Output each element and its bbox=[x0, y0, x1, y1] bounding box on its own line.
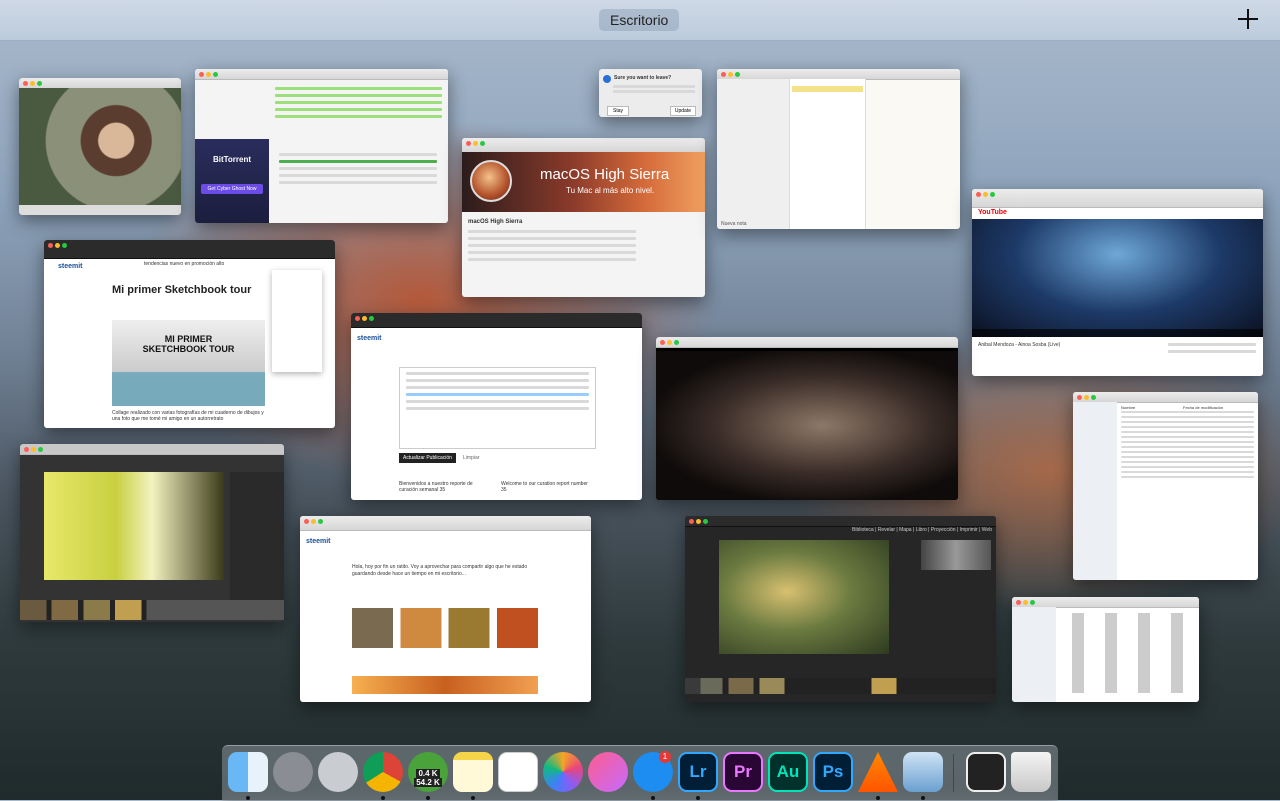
window-notes[interactable]: Nueva nota bbox=[717, 69, 960, 229]
system-preferences-icon[interactable] bbox=[273, 752, 313, 792]
audition-icon[interactable]: Au bbox=[768, 752, 808, 792]
photoshop-icon[interactable]: Ps bbox=[813, 752, 853, 792]
window-video-player[interactable] bbox=[19, 78, 181, 215]
post-gradient-image bbox=[352, 676, 538, 694]
lightroom-running-dot bbox=[696, 796, 700, 800]
preview-running-dot bbox=[921, 796, 925, 800]
steemit-logo-2[interactable]: steemit bbox=[357, 335, 382, 342]
post-body-2: Hola, hoy por fin un ratito. Voy a aprov… bbox=[352, 564, 528, 577]
finder-icon[interactable] bbox=[228, 752, 268, 792]
lr-photo bbox=[44, 472, 224, 580]
os-logo-icon bbox=[470, 160, 512, 202]
bittorrent-ad-button[interactable]: Get Cyber Ghost Now bbox=[201, 184, 263, 194]
clear-button[interactable]: Limpiar bbox=[463, 455, 479, 461]
screenshot-icon[interactable] bbox=[966, 752, 1006, 792]
post-banner: MI PRIMER SKETCHBOOK TOUR bbox=[112, 320, 265, 406]
post-body: Collage realizado con varias fotografías… bbox=[112, 410, 264, 422]
utorrent-icon[interactable]: 0.4 K 54.2 K bbox=[408, 752, 448, 792]
steemit-logo-3[interactable]: steemit bbox=[306, 538, 331, 545]
finder-icon-grid[interactable] bbox=[1062, 613, 1194, 693]
info-icon bbox=[603, 75, 611, 83]
lr-filmstrip[interactable] bbox=[20, 600, 284, 620]
youtube-video[interactable] bbox=[972, 219, 1263, 337]
window-finder-list[interactable]: Nombre Fecha de modificación bbox=[1073, 392, 1258, 580]
preview-icon[interactable] bbox=[903, 752, 943, 792]
lr-module-menu[interactable]: Biblioteca | Revelar | Mapa | Libro | Pr… bbox=[852, 526, 992, 534]
post-title: Mi primer Sketchbook tour bbox=[112, 284, 252, 296]
notes-list bbox=[790, 79, 866, 229]
photos-icon[interactable] bbox=[543, 752, 583, 792]
window-video-hands[interactable] bbox=[656, 337, 958, 500]
itunes-icon[interactable] bbox=[588, 752, 628, 792]
notes-footer[interactable]: Nueva nota bbox=[721, 221, 747, 227]
finder-sidebar-2[interactable] bbox=[1012, 607, 1056, 702]
window-leave-dialog[interactable]: Sure you want to leave? Stay Update bbox=[599, 69, 702, 117]
dialog-title: Sure you want to leave? bbox=[614, 75, 672, 81]
lr-photo-2 bbox=[719, 540, 889, 654]
publish-button[interactable]: Actualizar Publicación bbox=[399, 453, 456, 463]
os-name: macOS High Sierra bbox=[540, 166, 670, 183]
notes-running-dot bbox=[471, 796, 475, 800]
video-frame bbox=[19, 88, 181, 205]
preview-a: Bienvenidos a nuestro reporte de curació… bbox=[399, 481, 473, 493]
update-button[interactable]: Update bbox=[669, 106, 696, 116]
notes-icon[interactable] bbox=[453, 752, 493, 792]
window-youtube[interactable]: YouTube Anibal Mendoza - Ainoa Sosba (Li… bbox=[972, 189, 1263, 376]
dock: 0.4 K 54.2 K 1 Lr Pr Au Ps bbox=[222, 745, 1058, 801]
window-finder-icons[interactable] bbox=[1012, 597, 1199, 702]
finder-sidebar[interactable] bbox=[1073, 402, 1117, 580]
lr-panel[interactable] bbox=[230, 472, 284, 612]
os-item: macOS High Sierra bbox=[468, 219, 523, 225]
window-steemit-editor[interactable]: steemit Actualizar Publicación Limpiar B… bbox=[351, 313, 642, 500]
bittorrent-brand: BitTorrent bbox=[212, 155, 252, 164]
trash-icon[interactable] bbox=[1011, 752, 1051, 792]
window-about-mac[interactable]: macOS High Sierra Tu Mac al más alto niv… bbox=[462, 138, 705, 297]
post-images bbox=[352, 608, 538, 648]
window-steemit-post[interactable]: steemit Hola, hoy por fin un ratito. Voy… bbox=[300, 516, 591, 702]
lr-filmstrip-2[interactable] bbox=[685, 678, 996, 694]
editor-area[interactable] bbox=[399, 367, 596, 449]
launchpad-icon[interactable] bbox=[318, 752, 358, 792]
app-store-badge: 1 bbox=[659, 751, 671, 763]
add-desktop-button[interactable] bbox=[1236, 7, 1260, 31]
desktop-space-label[interactable]: Escritorio bbox=[599, 9, 680, 31]
utorrent-running-dot bbox=[426, 796, 430, 800]
high-sierra-banner: macOS High Sierra Tu Mac al más alto niv… bbox=[462, 152, 705, 212]
video-controls[interactable] bbox=[19, 205, 181, 215]
lr-histogram bbox=[921, 540, 991, 570]
chrome-running-dot bbox=[381, 796, 385, 800]
window-bittorrent[interactable]: BitTorrent Get Cyber Ghost Now bbox=[195, 69, 448, 223]
window-lightroom-a[interactable] bbox=[20, 444, 284, 622]
vlc-running-dot bbox=[876, 796, 880, 800]
reminders-icon[interactable] bbox=[498, 752, 538, 792]
notes-sidebar bbox=[717, 79, 790, 229]
preview-b: Welcome to our curation report number 35 bbox=[501, 481, 588, 493]
steemit-menu[interactable]: tendencias nuevo en promoción alto bbox=[144, 260, 244, 268]
window-lightroom-b[interactable]: Biblioteca | Revelar | Mapa | Libro | Pr… bbox=[685, 516, 996, 702]
premiere-icon[interactable]: Pr bbox=[723, 752, 763, 792]
bittorrent-ad[interactable]: BitTorrent Get Cyber Ghost Now bbox=[195, 139, 269, 223]
dock-separator bbox=[953, 754, 954, 792]
appstore-running-dot bbox=[651, 796, 655, 800]
torrent-down-label: 54.2 K bbox=[414, 778, 442, 787]
youtube-logo[interactable]: YouTube bbox=[978, 209, 1007, 216]
lightroom-icon[interactable]: Lr bbox=[678, 752, 718, 792]
torrent-up-label: 0.4 K bbox=[416, 769, 440, 778]
finder-running-dot bbox=[246, 796, 250, 800]
youtube-title: Anibal Mendoza - Ainoa Sosba (Live) bbox=[978, 342, 1061, 348]
mission-control-bar: Escritorio bbox=[0, 0, 1280, 41]
window-steemit-sketchbook[interactable]: steemit tendencias nuevo en promoción al… bbox=[44, 240, 335, 428]
dropdown-menu[interactable] bbox=[272, 270, 322, 372]
os-slogan: Tu Mac al más alto nivel. bbox=[566, 186, 655, 195]
steemit-logo[interactable]: steemit bbox=[58, 263, 83, 270]
vlc-icon[interactable] bbox=[858, 752, 898, 792]
stay-button[interactable]: Stay bbox=[607, 106, 630, 116]
chrome-icon[interactable] bbox=[363, 752, 403, 792]
video-frame-2 bbox=[656, 351, 958, 500]
